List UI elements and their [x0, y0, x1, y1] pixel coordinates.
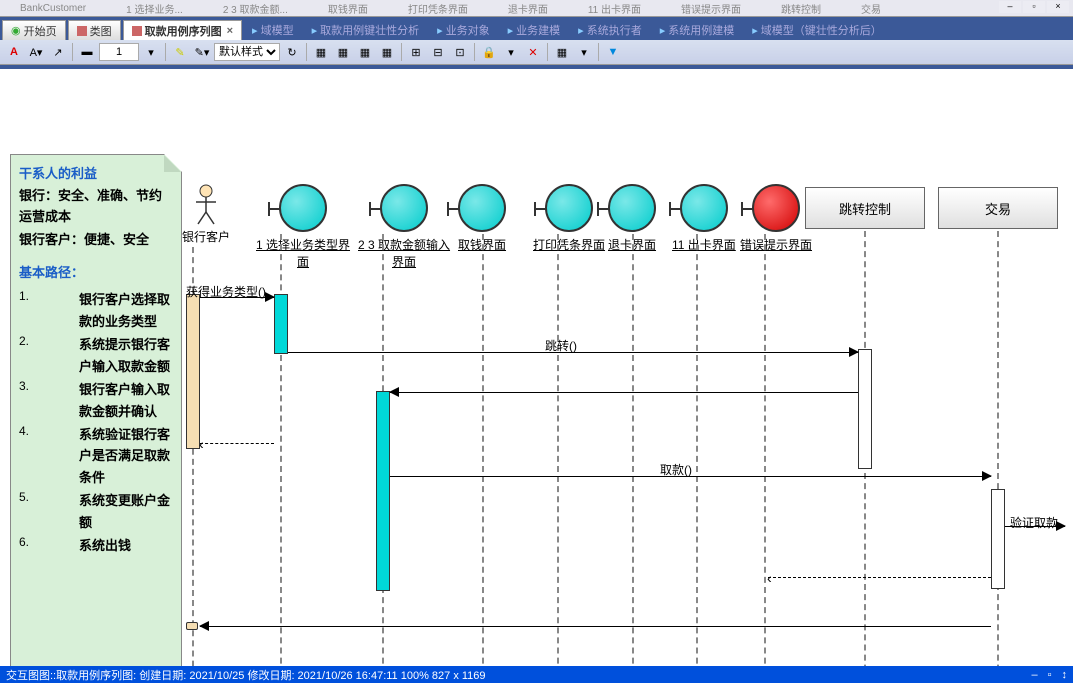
top-tab[interactable]: 错误提示界面: [661, 1, 761, 16]
note-line: 银行客户：便捷、安全: [19, 230, 173, 251]
message-return-dashed[interactable]: ‹: [768, 577, 991, 578]
top-tab[interactable]: BankCustomer: [0, 3, 106, 14]
apply-button[interactable]: ↻: [282, 42, 302, 62]
lifeline-dash: [997, 231, 999, 666]
diagram-icon: [132, 26, 142, 36]
lifeline-dash: [557, 234, 559, 666]
message-line[interactable]: [200, 626, 991, 627]
font-color-button[interactable]: A: [4, 42, 24, 62]
tab-start[interactable]: ◉开始页: [2, 20, 66, 40]
distribute-button[interactable]: ⊡: [450, 42, 470, 62]
tab-class[interactable]: 类图: [68, 20, 121, 40]
actor-bank-customer[interactable]: 银行客户: [182, 184, 230, 245]
actor-icon: [195, 184, 217, 226]
tab-item[interactable]: ▸系统用例建模: [652, 20, 743, 40]
win-min[interactable]: –: [999, 1, 1021, 13]
align-button[interactable]: ▦: [355, 42, 375, 62]
tab-sequence-active[interactable]: 取款用例序列图×: [123, 20, 242, 40]
activation-r1[interactable]: [858, 349, 872, 469]
message-line[interactable]: [390, 476, 991, 477]
line-style-button[interactable]: ▬: [77, 42, 97, 62]
top-tab[interactable]: 2 3 取款金额...: [203, 1, 308, 16]
lifeline-transaction[interactable]: 交易: [938, 187, 1058, 229]
status-control[interactable]: ↕: [1062, 669, 1068, 681]
lifeline-dash: [696, 234, 698, 666]
top-tab[interactable]: 1 选择业务...: [106, 1, 203, 16]
lifeline-amount-input[interactable]: 2 3 取款金额输入界面: [358, 184, 450, 270]
tab-item[interactable]: ▸系统执行者: [570, 20, 650, 40]
filter-button[interactable]: ▼: [603, 42, 623, 62]
activation-l2[interactable]: [376, 391, 390, 591]
top-tab[interactable]: 11 出卡界面: [568, 1, 661, 16]
win-max[interactable]: ▫: [1023, 1, 1045, 13]
message-return-dashed[interactable]: ‹: [200, 443, 274, 444]
tab-item[interactable]: ▸取款用例键壮性分析: [304, 20, 428, 40]
group-button[interactable]: ⊞: [406, 42, 426, 62]
tab-item[interactable]: ▸业务建模: [500, 20, 569, 40]
status-control[interactable]: ▫: [1048, 669, 1052, 681]
document-tabs: ◉开始页 类图 取款用例序列图× ▸域模型 ▸取款用例键壮性分析 ▸业务对象 ▸…: [0, 17, 1073, 40]
lifeline-jump-control[interactable]: 跳转控制: [805, 187, 925, 229]
activation-r2[interactable]: [991, 489, 1005, 589]
return-terminator: [186, 622, 198, 630]
status-control[interactable]: –: [1031, 669, 1037, 681]
top-tab[interactable]: 打印凭条界面: [388, 1, 488, 16]
align-button[interactable]: ▦: [377, 42, 397, 62]
tab-item[interactable]: ▸域模型（键壮性分析后）: [744, 20, 890, 40]
tool-arrow[interactable]: ↗: [48, 42, 68, 62]
diagram-icon: [77, 26, 87, 36]
note-steps-title: 基本路径：: [19, 262, 173, 281]
win-close[interactable]: ×: [1047, 1, 1069, 13]
message-line[interactable]: [200, 297, 274, 298]
lifeline-print[interactable]: 打印凭条界面: [533, 184, 605, 253]
tab-item[interactable]: ▸业务对象: [429, 20, 498, 40]
settings-button[interactable]: ▾: [501, 42, 521, 62]
message-line[interactable]: [288, 352, 858, 353]
stroke-width-input[interactable]: [99, 43, 139, 61]
diagram-canvas[interactable]: 干系人的利益 银行：安全、准确、节约运营成本 银行客户：便捷、安全 基本路径： …: [0, 65, 1073, 666]
highlight-button[interactable]: ✎: [170, 42, 190, 62]
note-title: 干系人的利益: [19, 163, 173, 182]
align-button[interactable]: ▦: [333, 42, 353, 62]
actor-label: 银行客户: [182, 228, 230, 245]
activation-l1[interactable]: [274, 294, 288, 354]
status-bar: 交互图图::取款用例序列图: 创建日期: 2021/10/25 修改日期: 20…: [0, 666, 1073, 683]
lifeline-error[interactable]: 错误提示界面: [740, 184, 812, 253]
grid-button[interactable]: ▦: [552, 42, 572, 62]
lifeline-dash: [482, 234, 484, 666]
msg-verify: 验证取款: [1010, 514, 1058, 531]
close-icon[interactable]: ×: [227, 25, 233, 37]
note-stakeholder[interactable]: 干系人的利益 银行：安全、准确、节约运营成本 银行客户：便捷、安全 基本路径： …: [10, 154, 182, 666]
align-button[interactable]: ▦: [311, 42, 331, 62]
draw-button[interactable]: ✎▾: [192, 42, 212, 62]
lifeline-business-type[interactable]: 1 选择业务类型界面: [256, 184, 350, 270]
status-text: 交互图图::取款用例序列图: 创建日期: 2021/10/25 修改日期: 20…: [6, 667, 486, 683]
delete-button[interactable]: ✕: [523, 42, 543, 62]
lifeline-dash: [632, 234, 634, 666]
top-tab[interactable]: 交易: [841, 1, 901, 16]
ungroup-button[interactable]: ⊟: [428, 42, 448, 62]
top-tab[interactable]: 退卡界面: [488, 1, 568, 16]
more-button[interactable]: ▾: [574, 42, 594, 62]
tab-item[interactable]: ▸域模型: [244, 20, 302, 40]
lifeline-exit-card[interactable]: 11 出卡界面: [672, 184, 736, 253]
lock-button[interactable]: 🔒: [479, 42, 499, 62]
style-select[interactable]: 默认样式: [214, 43, 280, 61]
toolbar: A A▾ ↗ ▬ ▾ ✎ ✎▾ 默认样式 ↻ ▦ ▦ ▦ ▦ ⊞ ⊟ ⊡ 🔒 ▾…: [0, 40, 1073, 65]
font-size-button[interactable]: A▾: [26, 42, 46, 62]
chevron-down-icon[interactable]: ▾: [141, 42, 161, 62]
lifeline-dash: [764, 234, 766, 666]
top-tab[interactable]: 跳转控制: [761, 1, 841, 16]
message-line[interactable]: [1005, 526, 1065, 527]
top-tab[interactable]: 取钱界面: [308, 1, 388, 16]
breadcrumb-tabs: BankCustomer 1 选择业务... 2 3 取款金额... 取钱界面 …: [0, 0, 1073, 17]
activation-actor[interactable]: [186, 294, 200, 449]
note-line: 银行：安全、准确、节约运营成本: [19, 186, 173, 228]
message-return[interactable]: [390, 392, 858, 393]
